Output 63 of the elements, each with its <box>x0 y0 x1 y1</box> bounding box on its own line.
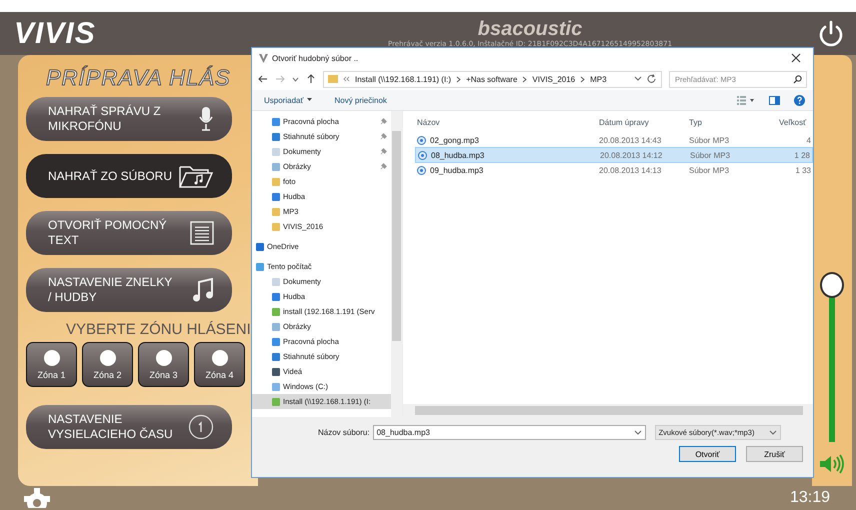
action-button[interactable]: NAHRAŤ SPRÁVU Z MIKROFÓNU <box>26 97 232 141</box>
zone-button[interactable]: Zóna 1 <box>26 342 77 387</box>
clock-icon <box>188 414 214 440</box>
path-segment[interactable]: VIVIS_2016 <box>532 74 576 84</box>
dropdown-icon[interactable] <box>634 76 642 82</box>
app-logo: VIVIS <box>14 16 97 50</box>
back-icon[interactable] <box>258 74 268 84</box>
file-row[interactable]: 08_hudba.mp3 20.08.2013 14:12 Súbor MP3 1 28 <box>415 147 813 163</box>
schedule-button[interactable]: NASTAVENIE VYSIELACIEHO ČASU <box>26 405 232 449</box>
filename-field[interactable]: 08_hudba.mp3 <box>372 425 646 440</box>
new-folder-button[interactable]: Nový priečinok <box>330 96 391 104</box>
action-button[interactable]: NASTAVENIE ZNELKY / HUDBY <box>26 268 232 312</box>
caret-icon <box>307 98 312 102</box>
refresh-icon[interactable] <box>647 74 657 84</box>
dropdown-icon[interactable] <box>634 430 642 436</box>
document-icon <box>190 221 214 245</box>
brand-logo: bsacoustic <box>478 18 582 40</box>
nav-item-icon <box>256 242 264 250</box>
action-button[interactable]: NAHRAŤ ZO SÚBORU <box>26 154 232 198</box>
file-row[interactable]: 09_hudba.mp3 20.08.2013 14:13 Súbor MP3 1 33 <box>415 163 813 177</box>
scrollbar[interactable] <box>391 111 402 417</box>
chevron-icon <box>456 76 462 82</box>
file-row[interactable]: 02_gong.mp3 20.08.2013 14:43 Súbor MP3 4 <box>415 133 813 147</box>
preview-pane-icon[interactable] <box>769 96 780 104</box>
up-icon[interactable] <box>306 74 316 84</box>
help-icon[interactable] <box>794 94 805 106</box>
pin-icon[interactable] <box>380 163 387 170</box>
horizontal-scrollbar[interactable] <box>403 404 813 417</box>
dialog-title: Otvoriť hudobný súbor .. <box>272 54 360 62</box>
cancel-button[interactable]: Zrušiť <box>746 446 803 462</box>
chevron-icon <box>580 76 586 82</box>
open-button[interactable]: Otvoriť <box>679 446 736 462</box>
pin-icon[interactable] <box>380 148 387 155</box>
column-header[interactable]: Veľkosť <box>779 118 813 126</box>
address-bar[interactable]: Install (\\192.168.1.191) (I:) +Nas software VIVIS_2016 MP3 <box>323 70 662 88</box>
view-icon[interactable] <box>737 96 755 104</box>
action-button[interactable]: OTVORIŤ POMOCNÝ TEXT <box>26 211 232 255</box>
column-header[interactable]: Typ <box>689 118 779 126</box>
overflow-icon <box>343 76 350 82</box>
settings-icon[interactable] <box>22 488 52 508</box>
path-segment[interactable]: MP3 <box>590 74 607 84</box>
caret-icon[interactable] <box>292 76 299 82</box>
pin-icon[interactable] <box>380 118 387 125</box>
microphone-icon <box>198 106 214 132</box>
filename-label: Názov súboru: <box>318 428 370 437</box>
app-icon <box>258 52 269 64</box>
path-segment[interactable]: Install (\\192.168.1.191) (I:) <box>355 74 452 84</box>
organize-button[interactable]: Usporiadať <box>260 96 316 104</box>
panel-title: PRÍPRAVA HLÁS <box>46 65 232 91</box>
clock-time: 13:19 <box>790 489 830 507</box>
dropdown-icon[interactable] <box>768 430 777 436</box>
chevron-icon <box>522 76 528 82</box>
column-header[interactable]: Názov <box>403 118 599 126</box>
column-header[interactable]: Dátum úpravy <box>599 118 689 126</box>
zone-heading: VYBERTE ZÓNU HLÁSENI <box>66 321 252 338</box>
zone-button[interactable]: Zóna 4 <box>194 342 245 387</box>
music-note-icon <box>192 278 214 302</box>
zone-button[interactable]: Zóna 3 <box>138 342 189 387</box>
pin-icon[interactable] <box>380 133 387 140</box>
path-segment[interactable]: +Nas software <box>466 74 518 84</box>
zone-button[interactable]: Zóna 2 <box>82 342 133 387</box>
search-icon <box>793 74 802 84</box>
folder-icon <box>328 74 338 84</box>
